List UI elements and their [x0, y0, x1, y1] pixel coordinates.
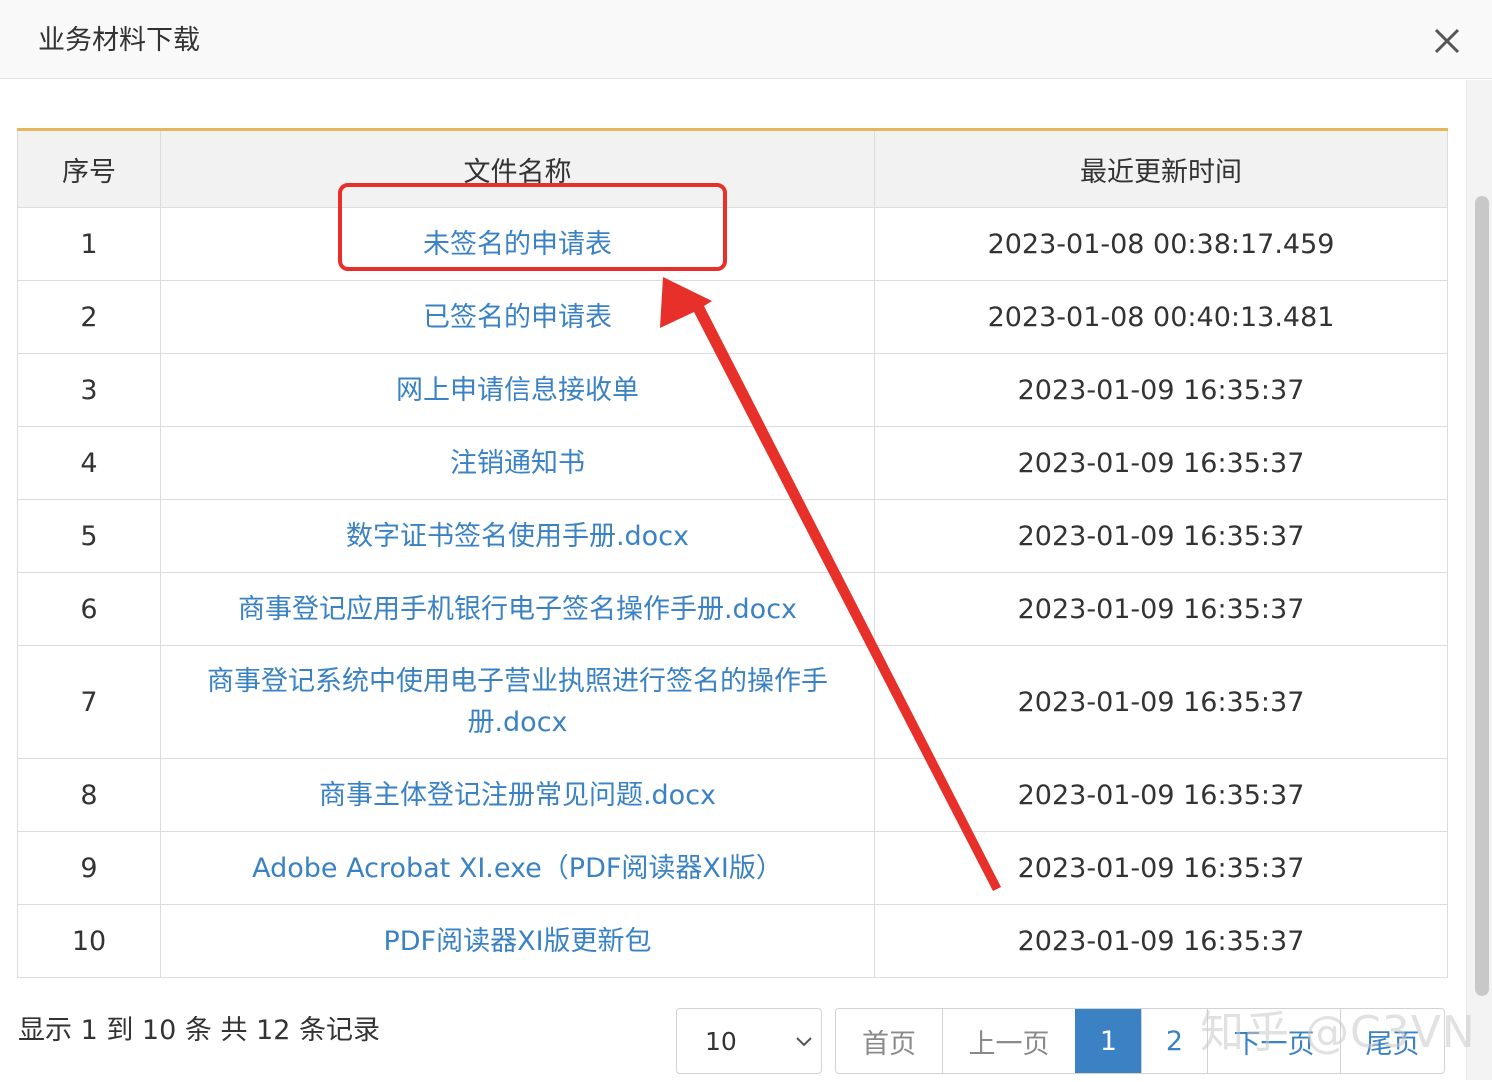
page-size-value: 10: [705, 1027, 737, 1056]
table-row: 6 商事登记应用手机银行电子签名操作手册.docx 2023-01-09 16:…: [17, 572, 1448, 646]
scrollbar-thumb[interactable]: [1475, 196, 1489, 996]
file-link[interactable]: PDF阅读器XI版更新包: [383, 926, 651, 957]
file-link[interactable]: 商事登记系统中使用电子营业执照进行签名的操作手册.docx: [207, 666, 828, 738]
file-link[interactable]: Adobe Acrobat XI.exe（PDF阅读器XI版）: [252, 853, 783, 884]
row-updated-time: 2023-01-09 16:35:37: [874, 758, 1448, 832]
page-button-2[interactable]: 2: [1141, 1009, 1207, 1073]
close-button[interactable]: [1430, 24, 1464, 58]
records-summary: 显示 1 到 10 条 共 12 条记录: [18, 1015, 380, 1046]
table-row: 10 PDF阅读器XI版更新包 2023-01-09 16:35:37: [17, 904, 1448, 978]
row-updated-time: 2023-01-09 16:35:37: [874, 353, 1448, 427]
row-index: 10: [17, 904, 161, 978]
first-page-button[interactable]: 首页: [836, 1009, 942, 1073]
table-row: 9 Adobe Acrobat XI.exe（PDF阅读器XI版） 2023-0…: [17, 831, 1448, 905]
row-updated-time: 2023-01-09 16:35:37: [874, 426, 1448, 500]
close-icon: [1434, 28, 1460, 54]
chevron-down-icon: [796, 1037, 812, 1047]
table-row: 8 商事主体登记注册常见问题.docx 2023-01-09 16:35:37: [17, 758, 1448, 832]
dialog-header: 业务材料下载: [0, 0, 1492, 79]
row-index: 4: [17, 426, 161, 500]
file-link[interactable]: 商事登记应用手机银行电子签名操作手册.docx: [238, 594, 797, 625]
last-page-button[interactable]: 尾页: [1340, 1009, 1444, 1073]
file-link[interactable]: 网上申请信息接收单: [396, 375, 639, 406]
table-row: 5 数字证书签名使用手册.docx 2023-01-09 16:35:37: [17, 499, 1448, 573]
materials-table: 序号 文件名称 最近更新时间 1 未签名的申请表 2023-01-08 00:3…: [17, 128, 1448, 978]
file-link[interactable]: 商事主体登记注册常见问题.docx: [319, 780, 716, 811]
row-index: 3: [17, 353, 161, 427]
page-size-select[interactable]: 10: [676, 1008, 822, 1074]
row-index: 7: [17, 645, 161, 759]
column-header-index: 序号: [17, 129, 161, 208]
next-page-button[interactable]: 下一页: [1207, 1009, 1340, 1073]
dialog-title: 业务材料下载: [38, 25, 200, 56]
row-index: 2: [17, 280, 161, 354]
row-updated-time: 2023-01-08 00:40:13.481: [874, 280, 1448, 354]
row-index: 8: [17, 758, 161, 832]
file-link[interactable]: 已签名的申请表: [423, 302, 612, 333]
row-updated-time: 2023-01-09 16:35:37: [874, 904, 1448, 978]
row-index: 5: [17, 499, 161, 573]
page-button-1[interactable]: 1: [1075, 1009, 1141, 1073]
prev-page-button[interactable]: 上一页: [942, 1009, 1075, 1073]
pagination: 首页 上一页 1 2 下一页 尾页: [835, 1008, 1445, 1074]
row-index: 6: [17, 572, 161, 646]
table-row: 4 注销通知书 2023-01-09 16:35:37: [17, 426, 1448, 500]
column-header-file-name: 文件名称: [160, 129, 875, 208]
row-index: 1: [17, 207, 161, 281]
row-index: 9: [17, 831, 161, 905]
table-row: 7 商事登记系统中使用电子营业执照进行签名的操作手册.docx 2023-01-…: [17, 645, 1448, 759]
file-link[interactable]: 未签名的申请表: [423, 229, 612, 260]
file-link[interactable]: 注销通知书: [450, 448, 585, 479]
row-updated-time: 2023-01-09 16:35:37: [874, 572, 1448, 646]
row-updated-time: 2023-01-08 00:38:17.459: [874, 207, 1448, 281]
table-header-row: 序号 文件名称 最近更新时间: [17, 129, 1448, 208]
table-row: 1 未签名的申请表 2023-01-08 00:38:17.459: [17, 207, 1448, 281]
row-updated-time: 2023-01-09 16:35:37: [874, 645, 1448, 759]
row-updated-time: 2023-01-09 16:35:37: [874, 831, 1448, 905]
table-row: 2 已签名的申请表 2023-01-08 00:40:13.481: [17, 280, 1448, 354]
row-updated-time: 2023-01-09 16:35:37: [874, 499, 1448, 573]
table-row: 3 网上申请信息接收单 2023-01-09 16:35:37: [17, 353, 1448, 427]
column-header-updated-time: 最近更新时间: [874, 129, 1448, 208]
file-link[interactable]: 数字证书签名使用手册.docx: [346, 521, 689, 552]
